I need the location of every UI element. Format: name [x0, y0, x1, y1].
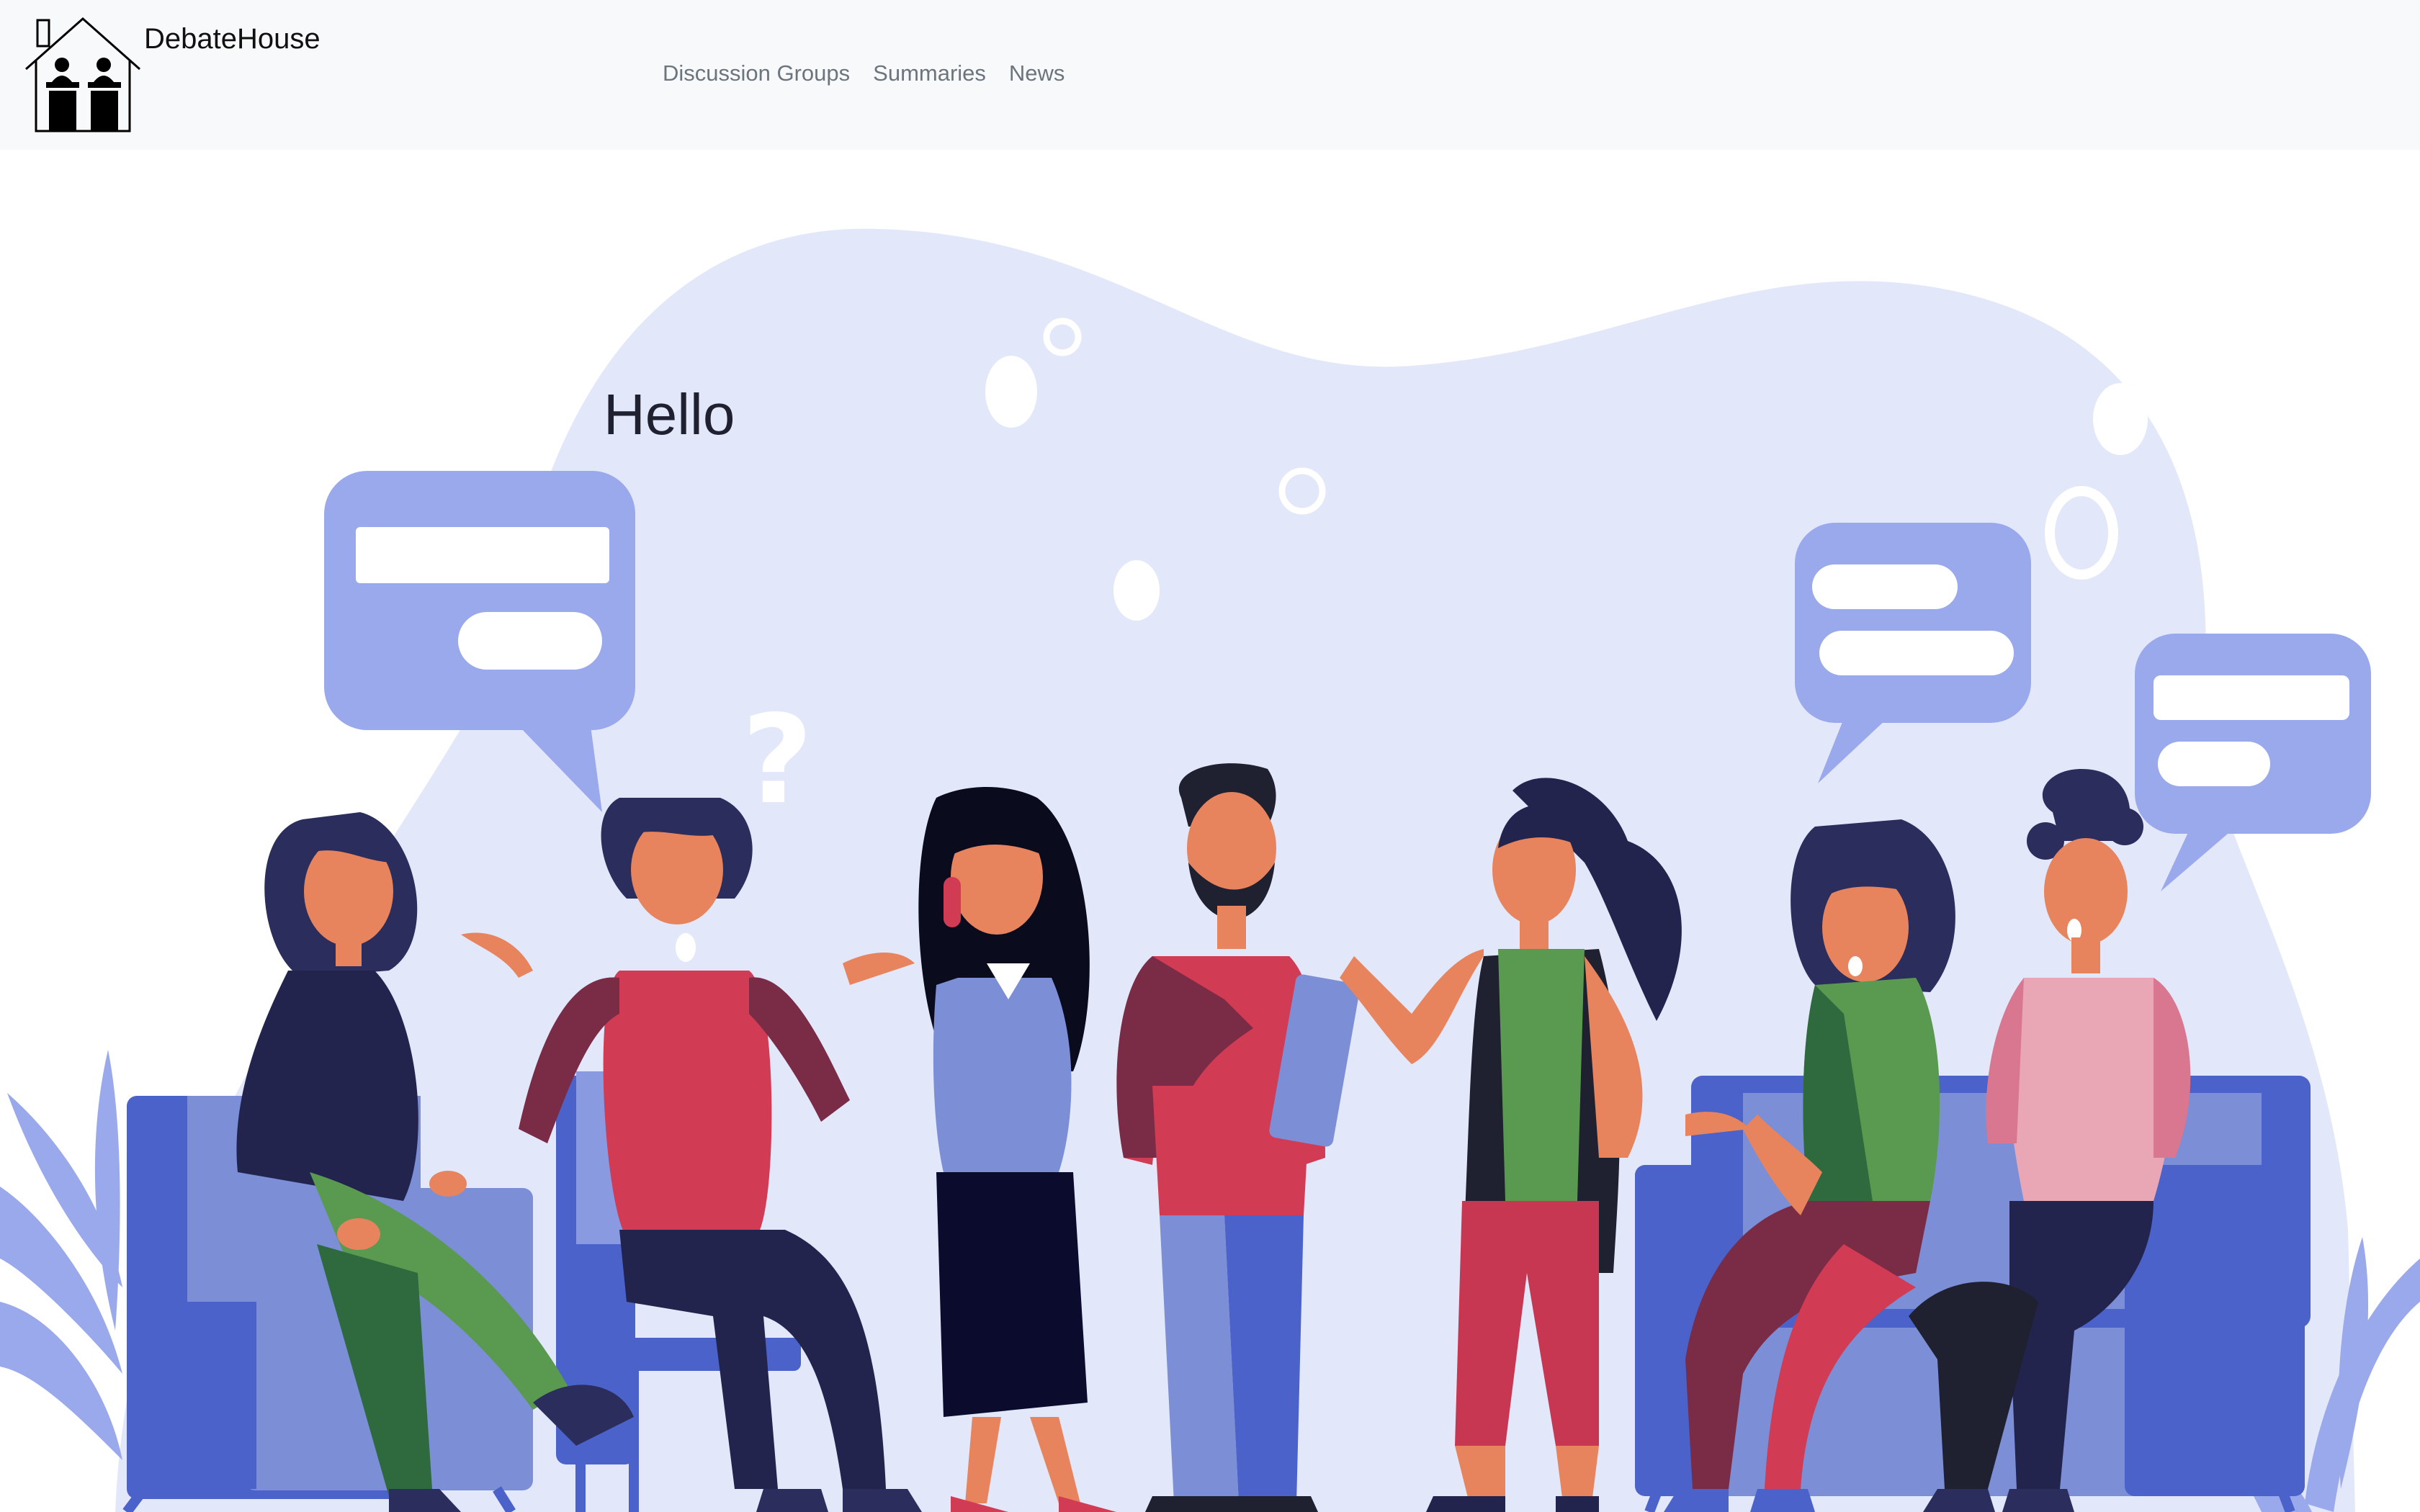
deco-circle: [985, 356, 1037, 428]
debate-house-logo-icon: [25, 17, 140, 132]
nav-news[interactable]: News: [1009, 60, 1065, 86]
phone-icon: [944, 877, 961, 927]
top-navbar: DebateHouse Discussion Groups Summaries …: [0, 0, 2420, 150]
brand-name: DebateHouse: [144, 23, 321, 55]
deco-circle: [1113, 560, 1160, 621]
question-mark-icon: ?: [742, 689, 813, 832]
nav-summaries[interactable]: Summaries: [873, 60, 986, 86]
hero-section: ? Hello: [0, 150, 2420, 1512]
plant-left: [0, 1050, 122, 1460]
people-discussion-illustration: ?: [0, 228, 2420, 1512]
nav-discussion-groups[interactable]: Discussion Groups: [663, 60, 850, 86]
deco-circle: [1537, 243, 1592, 315]
deco-circle: [2093, 383, 2148, 455]
main-nav: Discussion Groups Summaries News: [663, 60, 1065, 86]
hero-greeting: Hello: [604, 382, 735, 446]
